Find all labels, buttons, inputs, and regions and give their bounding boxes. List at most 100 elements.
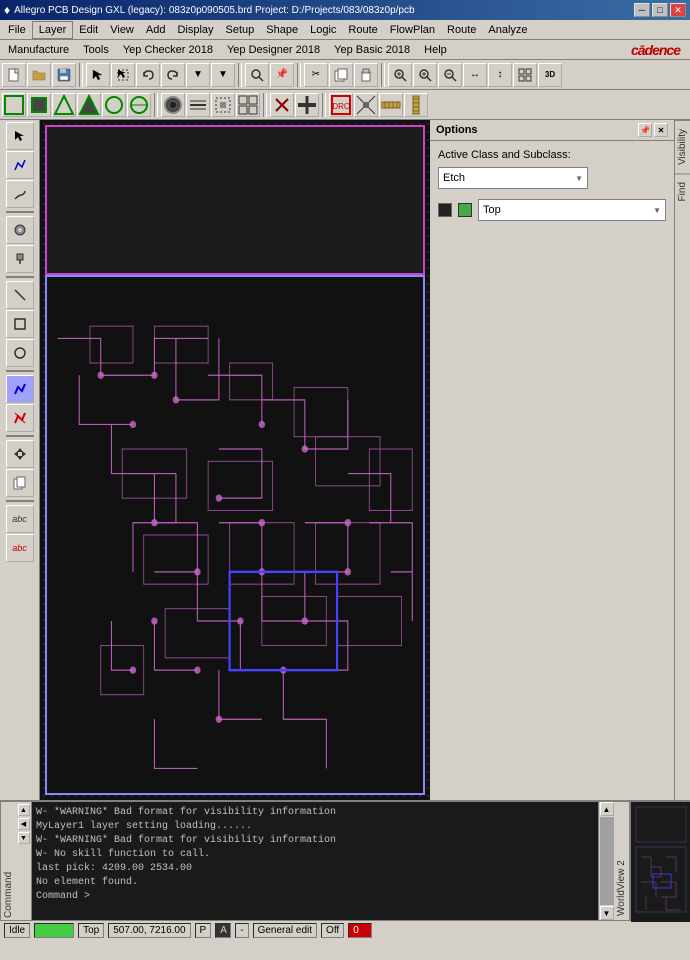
sidebar-text2-btn[interactable]: abc <box>6 534 34 562</box>
title-bar-controls[interactable]: ─ □ ✕ <box>634 3 686 17</box>
toolbar2-drc-btn[interactable]: DRC <box>329 93 353 117</box>
toolbar-new-btn[interactable] <box>2 63 26 87</box>
toolbar-paste-btn[interactable] <box>354 63 378 87</box>
console-scroll-up-btn[interactable]: ▲ <box>600 802 614 816</box>
close-button[interactable]: ✕ <box>670 3 686 17</box>
menu-shape[interactable]: Shape <box>260 22 304 38</box>
options-pin-btn[interactable]: 📌 <box>638 123 652 137</box>
toolbar2-ruler-btn[interactable] <box>379 93 403 117</box>
toolbar-zoom-in-btn[interactable] <box>413 63 437 87</box>
menu-edit[interactable]: Edit <box>73 22 104 38</box>
toolbar-search-btn[interactable] <box>245 63 269 87</box>
toolbar2-btn12[interactable] <box>295 93 319 117</box>
tab-find[interactable]: Find <box>675 173 690 209</box>
toolbar-scroll-dn2-btn[interactable]: ▼ <box>211 63 235 87</box>
options-content: Active Class and Subclass: Etch ▼ Top ▼ <box>430 141 674 800</box>
toolbar2-btn8[interactable] <box>186 93 210 117</box>
toolbar-copy-btn[interactable] <box>329 63 353 87</box>
console-arrow-up[interactable]: ▲ <box>18 804 30 816</box>
toolbar2-btn1[interactable] <box>2 93 26 117</box>
sidebar-pin-btn[interactable] <box>6 245 34 273</box>
menu-file[interactable]: File <box>2 22 32 38</box>
sidebar-text2-icon: abc <box>12 543 27 553</box>
toolbar2-btn10[interactable] <box>236 93 260 117</box>
menu-route2[interactable]: Route <box>441 22 482 38</box>
console-scroll-track[interactable] <box>600 817 614 905</box>
console-arrow-prev[interactable]: ◀ <box>18 818 30 830</box>
toolbar-zoom-fit-btn[interactable] <box>388 63 412 87</box>
toolbar-save-btn[interactable] <box>52 63 76 87</box>
menu-setup[interactable]: Setup <box>220 22 261 38</box>
sidebar-circle-btn[interactable] <box>6 339 34 367</box>
menu-help[interactable]: Help <box>418 42 453 58</box>
console-scroll-down-btn[interactable]: ▼ <box>600 906 614 920</box>
console-text-area[interactable]: W- *WARNING* Bad format for visibility i… <box>32 802 598 920</box>
subclass-checkbox[interactable] <box>438 203 452 217</box>
status-error: 0 <box>348 923 372 938</box>
menu-manufacture[interactable]: Manufacture <box>2 42 75 58</box>
console-scrollbar[interactable]: ▲ ▼ <box>598 802 614 920</box>
menu-yep-checker[interactable]: Yep Checker 2018 <box>117 42 219 58</box>
toolbar-select2-btn[interactable] <box>111 63 135 87</box>
toolbar-zoom-prev-btn[interactable]: ↔ <box>463 63 487 87</box>
menu-yep-basic[interactable]: Yep Basic 2018 <box>328 42 416 58</box>
toolbar-zoom-next-btn[interactable]: ↕ <box>488 63 512 87</box>
toolbar2-btn2[interactable] <box>27 93 51 117</box>
pcb-canvas-area[interactable] <box>40 120 430 800</box>
toolbar-pin-btn[interactable]: 📌 <box>270 63 294 87</box>
menu-analyze[interactable]: Analyze <box>482 22 533 38</box>
toolbar-scroll-dn-btn[interactable]: ▼ <box>186 63 210 87</box>
maximize-button[interactable]: □ <box>652 3 668 17</box>
toolbar-3d-btn[interactable]: 3D <box>538 63 562 87</box>
class-dropdown[interactable]: Etch ▼ <box>438 167 588 189</box>
menu-view[interactable]: View <box>104 22 140 38</box>
sidebar-via-btn[interactable] <box>6 216 34 244</box>
menu-route[interactable]: Route <box>342 22 383 38</box>
console-arrow-down2[interactable]: ▼ <box>18 832 30 844</box>
sidebar-addconnect-btn[interactable] <box>6 151 34 179</box>
menu-tools[interactable]: Tools <box>77 42 115 58</box>
menu-yep-designer[interactable]: Yep Designer 2018 <box>221 42 326 58</box>
menu-layer[interactable]: Layer <box>32 21 74 39</box>
tab-visibility[interactable]: Visibility <box>675 120 690 173</box>
app-icon: ♦ <box>4 3 10 17</box>
console-left-buttons: ▲ ◀ ▼ <box>16 802 32 920</box>
toolbar-redo-btn[interactable] <box>161 63 185 87</box>
toolbar-cut-btn[interactable]: ✂ <box>304 63 328 87</box>
toolbar2-btn11[interactable] <box>270 93 294 117</box>
minimize-button[interactable]: ─ <box>634 3 650 17</box>
toolbar2-ruler2-btn[interactable] <box>404 93 428 117</box>
pcb-traces-svg <box>47 277 423 793</box>
toolbar2-btn3[interactable] <box>52 93 76 117</box>
menu-flowplan[interactable]: FlowPlan <box>384 22 441 38</box>
options-close-btn[interactable]: ✕ <box>654 123 668 137</box>
toolbar-undo-btn[interactable] <box>136 63 160 87</box>
sidebar-copy-btn[interactable] <box>6 469 34 497</box>
sidebar-ripup-btn[interactable] <box>6 404 34 432</box>
sidebar-route-btn[interactable] <box>6 375 34 403</box>
sidebar-pointer-btn[interactable] <box>6 122 34 150</box>
sidebar-text-btn[interactable]: abc <box>6 505 34 533</box>
menu-logic[interactable]: Logic <box>304 22 342 38</box>
sidebar-line-btn[interactable] <box>6 281 34 309</box>
sidebar-move-btn[interactable] <box>6 440 34 468</box>
toolbar2-btn7[interactable] <box>161 93 185 117</box>
status-off: Off <box>321 923 344 938</box>
subclass-dropdown[interactable]: Top ▼ <box>478 199 666 221</box>
toolbar2-btn6[interactable] <box>127 93 151 117</box>
menu-display[interactable]: Display <box>171 22 219 38</box>
toolbar2-btn5[interactable] <box>102 93 126 117</box>
toolbar2-btn9[interactable] <box>211 93 235 117</box>
toolbar-zoom-out-btn[interactable] <box>438 63 462 87</box>
toolbar2-btn4[interactable] <box>77 93 101 117</box>
sidebar-slide-btn[interactable] <box>6 180 34 208</box>
sidebar-rect-btn[interactable] <box>6 310 34 338</box>
toolbar-select-btn[interactable] <box>86 63 110 87</box>
console-line-7: Command > <box>36 890 594 904</box>
console-line-2: MyLayer1 layer setting loading...... <box>36 820 594 834</box>
subclass-dropdown-arrow: ▼ <box>653 206 661 215</box>
toolbar-grid-btn[interactable] <box>513 63 537 87</box>
toolbar-open-btn[interactable] <box>27 63 51 87</box>
toolbar2-btn14[interactable] <box>354 93 378 117</box>
menu-add[interactable]: Add <box>140 22 172 38</box>
